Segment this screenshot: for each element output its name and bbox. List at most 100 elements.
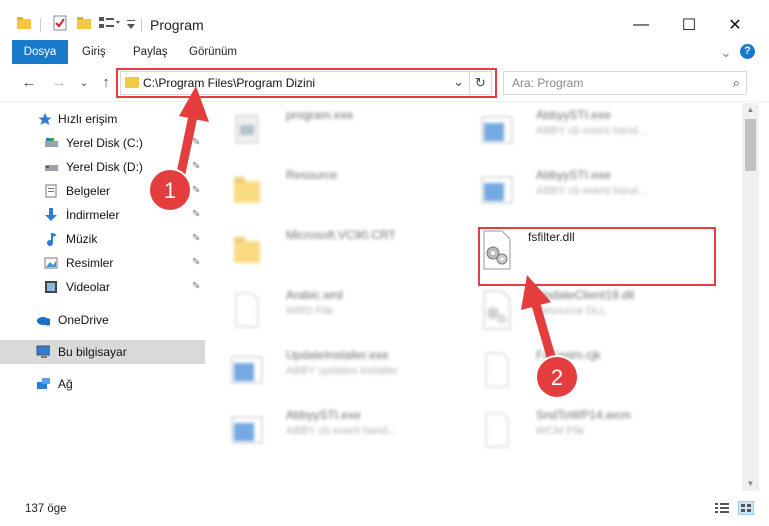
sidebar-item-label: İndirmeler xyxy=(66,208,120,222)
file-name: SndToWP14.wcm xyxy=(536,408,631,422)
help-icon[interactable]: ? xyxy=(740,44,755,59)
file-item[interactable]: Arabic.wrd WRD File xyxy=(208,281,448,337)
file-item[interactable]: UpdateClient19.dll Resource DLL xyxy=(458,281,698,337)
maximize-button[interactable]: ☐ xyxy=(666,10,712,40)
file-description: Resource DLL xyxy=(536,305,607,317)
file-item[interactable]: SndToWP14.wcm WCM File xyxy=(458,401,698,457)
separator xyxy=(141,18,142,32)
file-name: AbbyySTI.exe xyxy=(286,408,361,422)
sidebar-item-label: Bu bilgisayar xyxy=(58,345,127,359)
tab-view[interactable]: Görünüm xyxy=(189,40,237,64)
sidebar-item-quick-access[interactable]: Hızlı erişim xyxy=(0,107,205,131)
recent-locations-button[interactable]: ⌄ xyxy=(73,72,95,94)
file-name: AbbyySTI.exe xyxy=(536,168,611,182)
window-title: Program xyxy=(150,17,204,33)
sidebar-item-label: Hızlı erişim xyxy=(58,112,118,126)
search-placeholder: Ara: Program xyxy=(512,76,584,90)
pin-icon: ✎ xyxy=(192,281,201,292)
status-bar: 137 öge xyxy=(0,491,769,526)
file-item[interactable]: AbbyySTI.exe ABBY cb event hand... xyxy=(458,103,698,157)
pin-icon: ✎ xyxy=(192,233,201,244)
file-item[interactable]: AbbyySTI.exe ABBY cb event hand... xyxy=(458,161,698,217)
folder-icon xyxy=(234,177,260,203)
sidebar-item-label: Yerel Disk (D:) xyxy=(66,160,143,174)
file-list: program.exe Resource Microsoft.VC90.CRT … xyxy=(208,103,742,491)
folder-icon[interactable] xyxy=(16,15,32,35)
search-box[interactable]: Ara: Program ⌕ xyxy=(503,71,747,95)
title-bar: Program — ☐ ✕ xyxy=(0,0,769,40)
app-window-icon xyxy=(481,116,513,144)
file-description: ABBY updates installer xyxy=(286,365,399,377)
scroll-up-icon[interactable]: ▲ xyxy=(742,103,759,117)
sidebar-item-local-disk-c[interactable]: Yerel Disk (C:) ✎ xyxy=(0,131,205,155)
minimize-button[interactable]: — xyxy=(618,10,664,40)
details-view-icon[interactable] xyxy=(714,501,730,515)
file-item[interactable]: Microsoft.VC90.CRT xyxy=(208,221,448,277)
blank-file-icon xyxy=(485,412,509,448)
ribbon-expand-icon[interactable]: ⌄ xyxy=(720,40,732,64)
sidebar-item-downloads[interactable]: İndirmeler ✎ xyxy=(0,203,205,227)
file-item[interactable]: UpdateInstaller.exe ABBY updates install… xyxy=(208,341,448,397)
back-button[interactable]: ← xyxy=(18,72,40,94)
properties-icon[interactable] xyxy=(52,15,68,35)
drive-icon xyxy=(45,165,58,171)
large-icons-view-icon[interactable] xyxy=(738,501,754,515)
file-name: FaFasim.cjk xyxy=(536,348,601,362)
scroll-thumb[interactable] xyxy=(745,119,756,171)
file-name: Arabic.wrd xyxy=(286,288,343,302)
sidebar-item-label: Belgeler xyxy=(66,184,111,198)
forward-button[interactable]: → xyxy=(48,72,70,94)
sidebar-item-network[interactable]: Ağ xyxy=(0,372,205,396)
navigation-pane: Hızlı erişim Yerel Disk (C:) ✎ Yerel Dis… xyxy=(0,103,205,491)
file-name: UpdateClient19.dll xyxy=(536,288,635,302)
file-description: ABBY cb event hand... xyxy=(536,185,647,197)
ribbon-tabs: Dosya Giriş Paylaş Görünüm ⌄ ? xyxy=(0,40,769,96)
file-description: CJK File xyxy=(536,365,578,377)
sidebar-item-label: Resimler xyxy=(66,256,114,270)
music-icon xyxy=(47,233,57,246)
sidebar-item-label: Videolar xyxy=(66,280,110,294)
sidebar-item-label: OneDrive xyxy=(58,313,109,327)
file-description: ABBY cb event hand... xyxy=(536,125,647,137)
file-description: WCM File xyxy=(536,425,585,437)
sidebar-item-videos[interactable]: Videolar ✎ xyxy=(0,275,205,299)
sidebar-item-label: Müzik xyxy=(66,232,98,246)
view-options-icon[interactable] xyxy=(98,15,120,35)
file-description: WRD File xyxy=(286,305,334,317)
sidebar-item-this-pc[interactable]: Bu bilgisayar xyxy=(0,340,205,364)
folder-icon xyxy=(234,237,260,263)
sidebar-item-documents[interactable]: Belgeler ✎ xyxy=(0,179,205,203)
tab-share[interactable]: Paylaş xyxy=(133,40,168,64)
dll-gears-icon xyxy=(483,290,511,330)
separator xyxy=(40,18,41,32)
search-icon: ⌕ xyxy=(732,75,740,90)
new-folder-icon[interactable] xyxy=(76,15,92,35)
up-button[interactable]: ↑ xyxy=(95,72,117,94)
blank-file-icon xyxy=(485,352,509,388)
file-item[interactable]: Resource xyxy=(208,161,448,217)
document-icon xyxy=(45,184,57,198)
sidebar-item-local-disk-d[interactable]: Yerel Disk (D:) ✎ xyxy=(0,155,205,179)
file-name: Microsoft.VC90.CRT xyxy=(286,228,396,242)
sidebar-item-label: Yerel Disk (C:) xyxy=(66,136,143,150)
tab-home[interactable]: Giriş xyxy=(82,40,106,64)
app-window-icon xyxy=(231,356,263,384)
close-button[interactable]: ✕ xyxy=(712,10,758,40)
sidebar-item-music[interactable]: Müzik ✎ xyxy=(0,227,205,251)
scroll-down-icon[interactable]: ▼ xyxy=(742,477,759,491)
vertical-scrollbar[interactable]: ▲ ▼ xyxy=(742,103,759,491)
pictures-icon xyxy=(44,257,58,269)
address-highlight-box xyxy=(116,68,497,98)
sidebar-item-pictures[interactable]: Resimler ✎ xyxy=(0,251,205,275)
sidebar-item-onedrive[interactable]: OneDrive xyxy=(0,308,205,332)
file-item[interactable]: AbbyySTI.exe ABBY cb event hand... xyxy=(208,401,448,457)
star-icon xyxy=(38,113,52,125)
computer-icon xyxy=(36,345,50,358)
blank-file-icon xyxy=(235,292,259,328)
file-item[interactable]: FaFasim.cjk CJK File xyxy=(458,341,698,397)
file-item[interactable]: program.exe xyxy=(208,103,448,157)
app-window-icon xyxy=(231,416,263,444)
app-window-icon xyxy=(481,176,513,204)
customize-toolbar-icon[interactable] xyxy=(126,17,136,37)
pin-icon: ✎ xyxy=(192,257,201,268)
